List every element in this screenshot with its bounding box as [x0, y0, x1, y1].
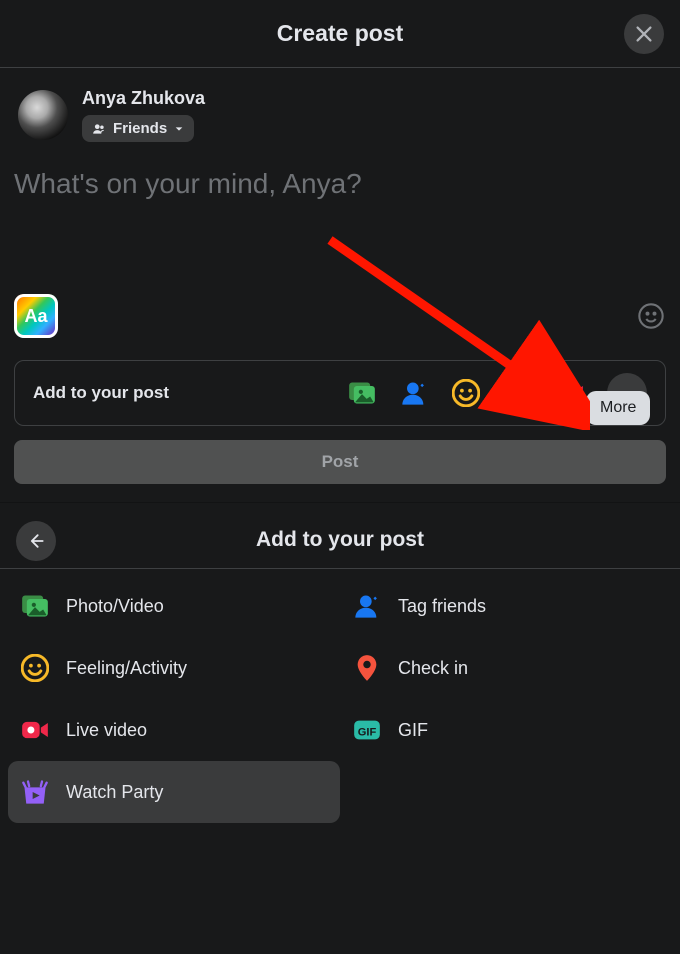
add-to-post-bar: Add to your post [14, 360, 666, 426]
panel-header: Add to your post [0, 511, 680, 569]
photo-icon [348, 379, 376, 407]
tag-person-icon [352, 591, 382, 621]
caret-down-icon [174, 124, 184, 134]
option-gif[interactable]: GIF GIF [340, 699, 672, 761]
gif-icon: GIF [352, 715, 382, 745]
option-live-video[interactable]: Live video [8, 699, 340, 761]
option-label: Tag friends [398, 596, 486, 617]
checkin-button[interactable] [503, 378, 533, 408]
watch-party-icon [20, 777, 50, 807]
option-label: Watch Party [66, 782, 163, 803]
aa-icon: Aa [24, 306, 47, 327]
photo-video-button[interactable] [347, 378, 377, 408]
svg-text:GIF: GIF [358, 726, 377, 738]
option-tag-friends[interactable]: Tag friends [340, 575, 672, 637]
panel-title: Add to your post [256, 528, 424, 552]
background-picker-button[interactable]: Aa [14, 294, 58, 338]
dialog-header: Create post [0, 0, 680, 68]
feeling-icon [452, 379, 480, 407]
options-grid: Photo/Video Tag friends Feeling/Activity… [0, 569, 680, 829]
feeling-icon [20, 653, 50, 683]
option-photo-video[interactable]: Photo/Video [8, 575, 340, 637]
option-label: Feeling/Activity [66, 658, 187, 679]
live-video-icon [20, 715, 50, 745]
post-composer[interactable]: What's on your mind, Anya? [0, 154, 680, 294]
option-feeling-activity[interactable]: Feeling/Activity [8, 637, 340, 699]
location-pin-icon [504, 379, 532, 407]
option-watch-party[interactable]: Watch Party [8, 761, 340, 823]
feeling-button[interactable] [451, 378, 481, 408]
photo-icon [20, 591, 50, 621]
option-label: Check in [398, 658, 468, 679]
audience-label: Friends [113, 120, 167, 137]
back-button[interactable] [16, 521, 56, 561]
add-to-post-label: Add to your post [33, 383, 169, 403]
tag-friends-button[interactable] [399, 378, 429, 408]
smiley-icon [637, 302, 665, 330]
avatar[interactable] [18, 90, 68, 140]
option-label: Live video [66, 720, 147, 741]
user-row: Anya Zhukova Friends [0, 68, 680, 154]
arrow-left-icon [26, 531, 46, 551]
more-tooltip: More [586, 391, 650, 425]
option-label: Photo/Video [66, 596, 164, 617]
add-to-post-panel: Add to your post Photo/Video Tag friends… [0, 502, 680, 821]
emoji-picker-button[interactable] [636, 301, 666, 331]
live-video-icon [556, 379, 584, 407]
user-name: Anya Zhukova [82, 88, 205, 109]
post-button-label: Post [322, 452, 359, 472]
close-button[interactable] [624, 14, 664, 54]
live-video-button[interactable] [555, 378, 585, 408]
tag-person-icon [400, 379, 428, 407]
post-button[interactable]: Post [14, 440, 666, 484]
dialog-title: Create post [277, 20, 404, 47]
audience-selector[interactable]: Friends [82, 115, 194, 142]
option-checkin[interactable]: Check in [340, 637, 672, 699]
composer-placeholder: What's on your mind, Anya? [14, 168, 666, 200]
location-pin-icon [352, 653, 382, 683]
friends-icon [92, 122, 106, 136]
option-label: GIF [398, 720, 428, 741]
close-icon [633, 23, 655, 45]
